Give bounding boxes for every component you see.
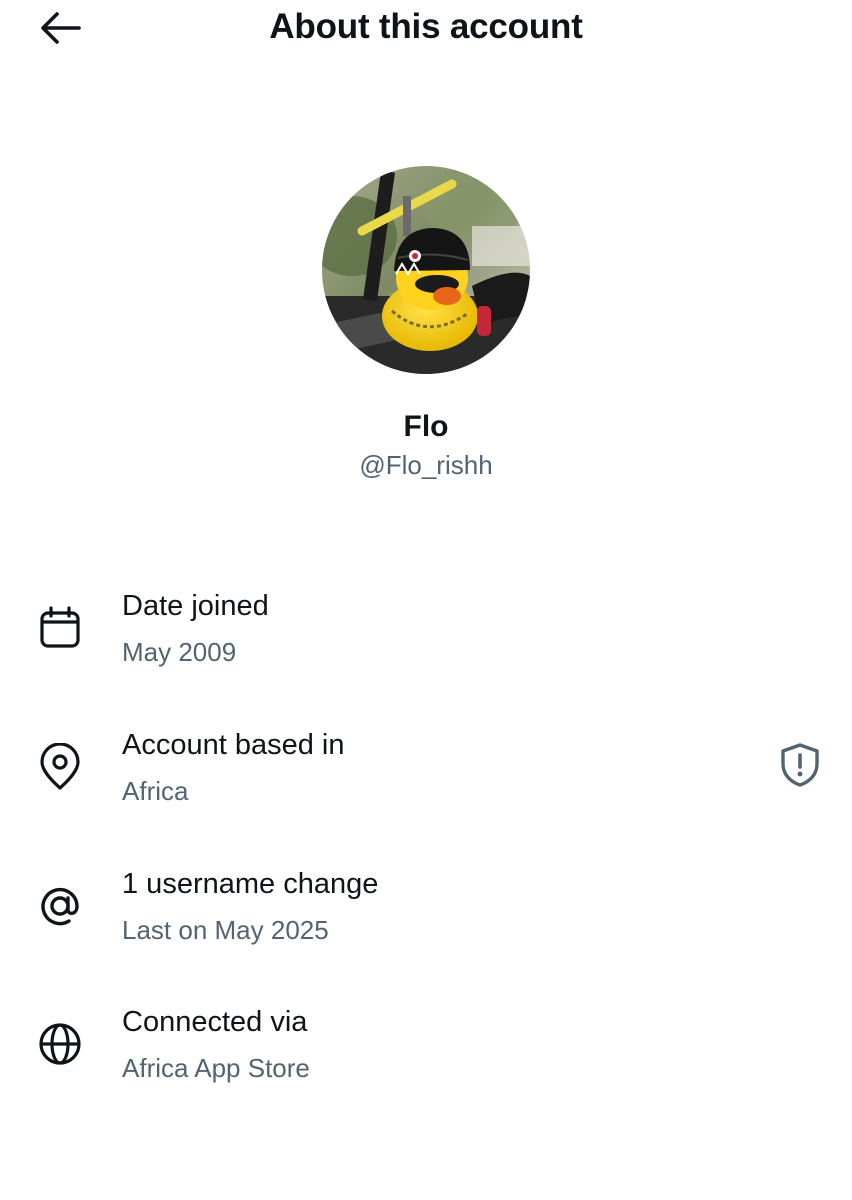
info-row-connected-via: Connected via Africa App Store — [0, 1006, 852, 1126]
location-pin-icon — [36, 743, 84, 791]
avatar-image — [322, 166, 530, 374]
avatar[interactable] — [322, 166, 530, 374]
username-handle: @Flo_rishh — [359, 450, 493, 480]
info-row-account-based-in: Account based in Africa — [0, 729, 852, 849]
page-title: About this account — [269, 7, 583, 46]
row-title: Connected via — [122, 1006, 308, 1038]
globe-icon — [36, 1020, 84, 1068]
row-title: Date joined — [122, 590, 269, 622]
at-sign-icon — [36, 882, 84, 930]
shield-alert-icon — [779, 742, 821, 793]
header: About this account — [0, 0, 852, 60]
display-name: Flo — [403, 410, 449, 443]
row-subtitle: Last on May 2025 — [122, 915, 329, 945]
row-title: 1 username change — [122, 868, 379, 900]
info-row-date-joined: Date joined May 2009 — [0, 590, 852, 710]
calendar-icon — [36, 604, 84, 652]
row-subtitle: Africa — [122, 776, 189, 806]
row-subtitle: Africa App Store — [122, 1053, 310, 1083]
info-row-username-change: 1 username change Last on May 2025 — [0, 868, 852, 988]
row-subtitle: May 2009 — [122, 637, 237, 667]
about-account-screen: About this account Flo @Flo_rishh Date j… — [0, 0, 852, 1200]
shield-alert-button[interactable] — [774, 741, 826, 793]
row-title: Account based in — [122, 729, 345, 761]
